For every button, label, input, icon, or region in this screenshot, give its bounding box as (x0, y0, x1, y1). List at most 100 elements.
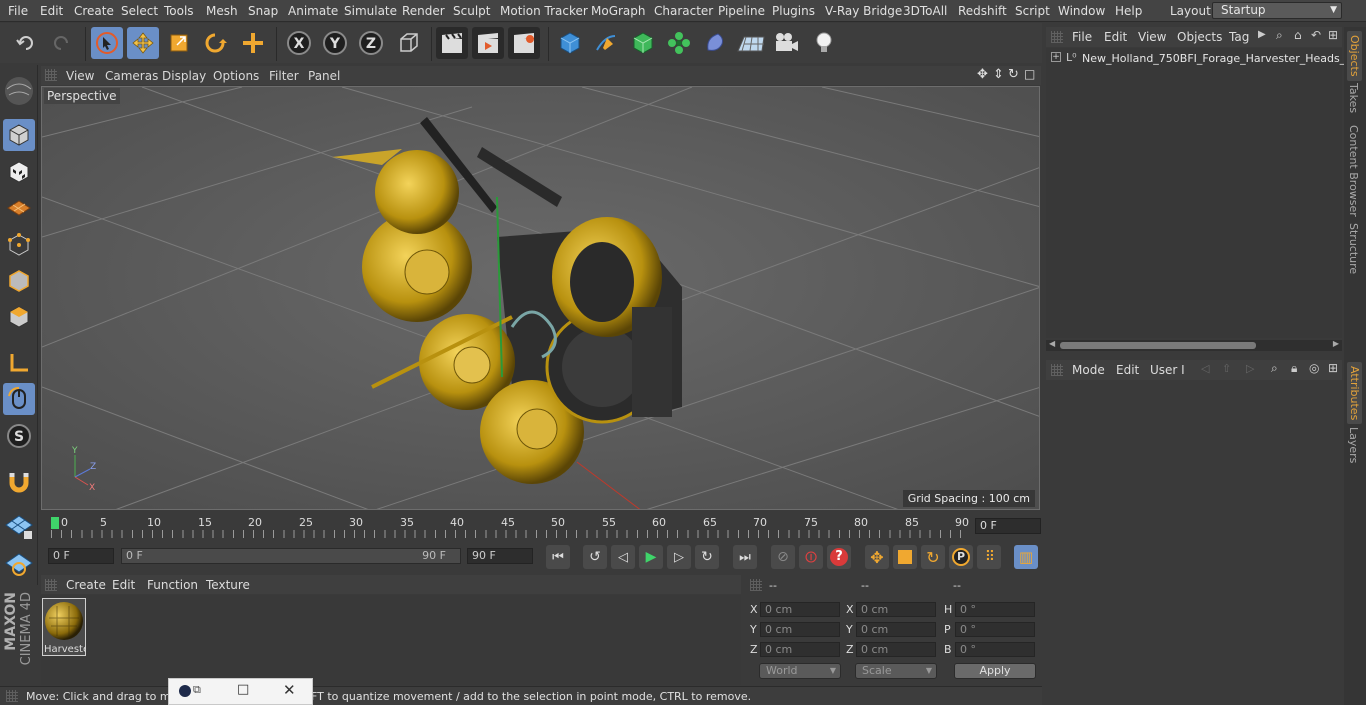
next-key-button[interactable]: ↻ (695, 545, 719, 569)
autokey-button[interactable]: ⏼ (799, 545, 823, 569)
menu-sculpt[interactable]: Sculpt (453, 4, 490, 18)
cube-primitive-button[interactable] (554, 27, 586, 59)
attributes-menu-edit[interactable]: Edit (1116, 363, 1139, 377)
tab-objects[interactable]: Objects (1347, 31, 1362, 81)
menu-mograph[interactable]: MoGraph (591, 4, 646, 18)
scroll-left-icon[interactable]: ◀ (1049, 339, 1055, 348)
menu-select[interactable]: Select (121, 4, 158, 18)
pos-z-field[interactable]: 0 cm (760, 642, 840, 657)
go-to-end-button[interactable]: ⏭ (733, 545, 757, 569)
search-icon[interactable]: ⌕ (1271, 361, 1278, 376)
object-row[interactable]: + L⁰ New_Holland_750BFI_Forage_Harvester… (1048, 51, 1361, 67)
previous-frame-button[interactable]: ◁ (611, 545, 635, 569)
menu-create[interactable]: Create (74, 4, 114, 18)
target-icon[interactable]: ◎ (1309, 361, 1319, 375)
menu-pipeline[interactable]: Pipeline (718, 4, 765, 18)
key-pla-button[interactable]: ⠿ (977, 545, 1001, 569)
more-arrow-icon[interactable]: ▶ (1258, 29, 1266, 40)
axis-mode-button[interactable] (3, 347, 35, 379)
size-z-field[interactable]: 0 cm (856, 642, 936, 657)
render-view-button[interactable] (436, 27, 468, 59)
apply-button[interactable]: Apply (954, 663, 1036, 679)
tab-structure[interactable]: Structure (1347, 223, 1360, 274)
menu-file[interactable]: File (8, 4, 28, 18)
rot-b-field[interactable]: 0 ° (955, 642, 1035, 657)
viewport-maximize-icon[interactable]: □ (1024, 67, 1035, 81)
x-axis-lock-button[interactable]: X (283, 27, 315, 59)
menu-help[interactable]: Help (1115, 4, 1142, 18)
viewport-menu-filter[interactable]: Filter (269, 69, 299, 83)
home-icon[interactable]: ⌂ (1294, 28, 1302, 42)
planar-workplane-button[interactable] (3, 548, 35, 580)
timeline-ruler[interactable]: 0 5 10 15 20 25 30 35 40 45 50 55 60 65 … (41, 512, 1041, 542)
menu-snap[interactable]: Snap (248, 4, 278, 18)
layout-dropdown[interactable]: Startup ▼ (1212, 2, 1342, 19)
coordinate-space-dropdown[interactable]: World ▼ (759, 663, 841, 679)
viewport-rotate-icon[interactable]: ↻ (1008, 67, 1019, 82)
tab-takes[interactable]: Takes (1347, 83, 1360, 113)
new-window-icon[interactable]: ⊞ (1328, 28, 1338, 42)
live-selection-button[interactable] (91, 27, 123, 59)
tab-attributes[interactable]: Attributes (1347, 362, 1362, 425)
viewport-zoom-icon[interactable]: ⇕ (993, 67, 1004, 82)
light-button[interactable] (808, 27, 840, 59)
restore-icon[interactable]: ⧉ (193, 683, 201, 697)
end-frame-field[interactable]: 90 F (467, 548, 533, 564)
maximize-icon[interactable]: □ (237, 682, 249, 697)
close-icon[interactable]: ✕ (283, 681, 296, 699)
objects-menu-view[interactable]: View (1138, 30, 1166, 44)
menu-render[interactable]: Render (402, 4, 445, 18)
viewport-menu-cameras[interactable]: Cameras (105, 69, 158, 83)
tab-layers[interactable]: Layers (1347, 427, 1360, 463)
scroll-thumb[interactable] (1060, 342, 1256, 349)
menu-plugins[interactable]: Plugins (772, 4, 815, 18)
menu-motion-tracker[interactable]: Motion Tracker (500, 4, 588, 18)
attributes-menu-mode[interactable]: Mode (1072, 363, 1105, 377)
size-x-field[interactable]: 0 cm (856, 602, 936, 617)
rotate-tool-button[interactable] (199, 27, 231, 59)
viewport-pan-icon[interactable]: ✥ (977, 67, 988, 82)
objects-menu-tag[interactable]: Tag (1229, 30, 1249, 44)
magnet-button[interactable] (3, 466, 35, 498)
menu-simulate[interactable]: Simulate (344, 4, 397, 18)
objects-horizontal-scrollbar[interactable]: ◀ ▶ (1046, 339, 1342, 351)
snap-button[interactable]: S (3, 420, 35, 452)
camera-button[interactable] (771, 27, 803, 59)
previous-key-button[interactable]: ↺ (583, 545, 607, 569)
object-name[interactable]: New_Holland_750BFI_Forage_Harvester_Head… (1082, 52, 1361, 65)
viewport-menu-view[interactable]: View (66, 69, 94, 83)
scale-tool-button[interactable] (163, 27, 195, 59)
workplane-mode-button[interactable] (3, 192, 35, 224)
make-editable-button[interactable] (1, 73, 37, 109)
play-button[interactable]: ▶ (639, 545, 663, 569)
material-menu-texture[interactable]: Texture (206, 578, 250, 592)
edges-mode-button[interactable] (3, 265, 35, 297)
key-position-button[interactable]: ✥ (865, 545, 889, 569)
start-frame-field[interactable]: 0 F (48, 548, 114, 564)
menu-edit[interactable]: Edit (40, 4, 63, 18)
recent-tools-button[interactable] (237, 27, 269, 59)
render-settings-button[interactable] (508, 27, 540, 59)
objects-menu-edit[interactable]: Edit (1104, 30, 1127, 44)
y-axis-lock-button[interactable]: Y (319, 27, 351, 59)
menu-animate[interactable]: Animate (288, 4, 338, 18)
nav-left-icon[interactable]: ◁ (1201, 362, 1209, 375)
render-to-picture-viewer-button[interactable] (472, 27, 504, 59)
material-menu-function[interactable]: Function (147, 578, 198, 592)
menu-character[interactable]: Character (654, 4, 713, 18)
menu-window[interactable]: Window (1058, 4, 1105, 18)
key-parameter-button[interactable]: P (949, 545, 973, 569)
record-keys-button[interactable]: ⊘ (771, 545, 795, 569)
pos-x-field[interactable]: 0 cm (760, 602, 840, 617)
material-menu-edit[interactable]: Edit (112, 578, 135, 592)
playhead-marker[interactable] (51, 517, 59, 529)
viewport-menu-options[interactable]: Options (213, 69, 259, 83)
menu-tools[interactable]: Tools (164, 4, 194, 18)
texture-mode-button[interactable] (3, 156, 35, 188)
deformer-button[interactable] (699, 27, 731, 59)
rot-h-field[interactable]: 0 ° (955, 602, 1035, 617)
lock-icon[interactable]: 🔒︎ (1291, 361, 1297, 376)
points-mode-button[interactable] (3, 229, 35, 261)
polygons-mode-button[interactable] (3, 301, 35, 333)
subdivision-surface-button[interactable] (627, 27, 659, 59)
